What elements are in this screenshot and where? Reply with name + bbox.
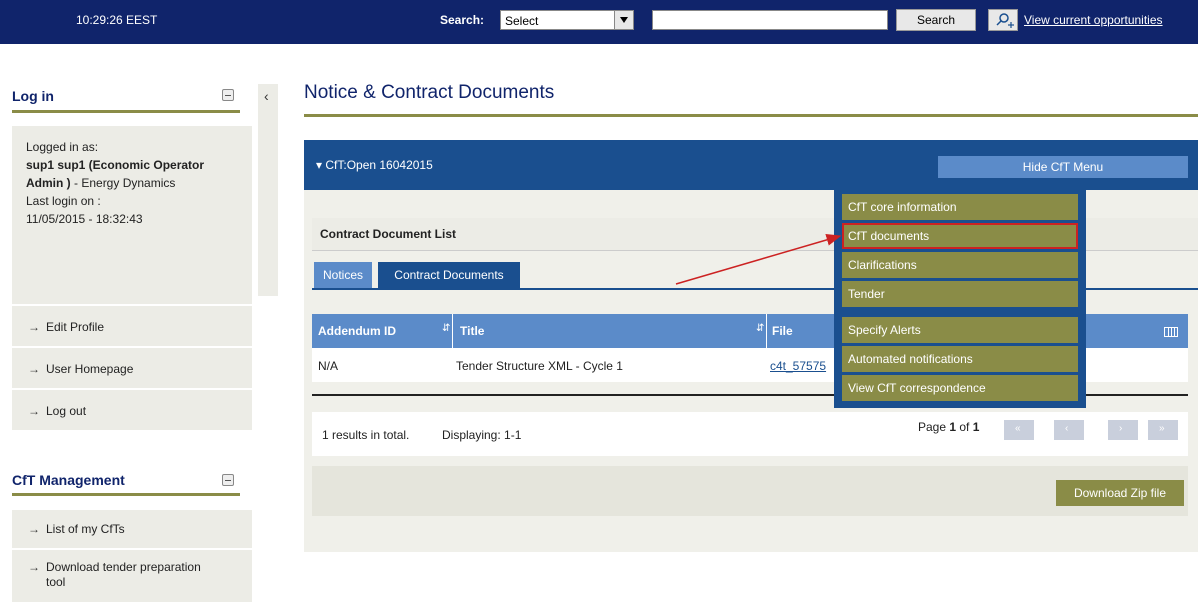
annotation-arrow	[675, 234, 842, 285]
